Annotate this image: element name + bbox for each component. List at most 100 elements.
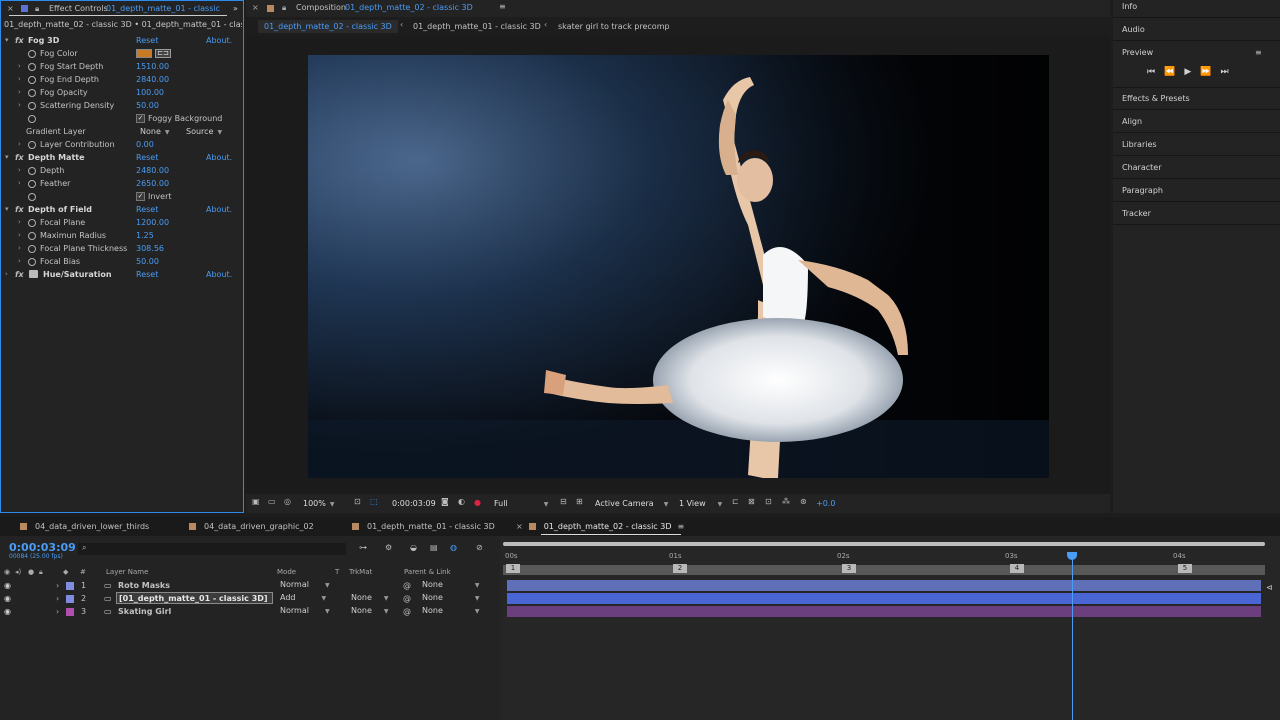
comp-marker[interactable]: 3: [842, 564, 856, 573]
layer-row[interactable]: ◉ › 1 ▭ Roto Masks Normal ▼ @ None ▼: [0, 579, 500, 592]
pixel-aspect-icon[interactable]: ⊏: [732, 497, 739, 506]
fx-icon[interactable]: fx: [15, 151, 24, 164]
param-value[interactable]: 50.00: [136, 99, 159, 112]
twirl-open-icon[interactable]: ▾: [5, 151, 9, 164]
parent-select[interactable]: None ▼: [422, 579, 480, 591]
panel-audio[interactable]: Audio: [1122, 21, 1145, 39]
param-value[interactable]: 50.00: [136, 255, 159, 268]
twirl-icon[interactable]: ›: [18, 229, 21, 242]
comp-nav-tab[interactable]: 01_depth_matte_01 - classic 3D: [413, 22, 541, 31]
camera-snapshot-icon[interactable]: ◙: [441, 497, 449, 506]
last-frame-icon[interactable]: ⏭: [1220, 67, 1237, 77]
trkmat-select[interactable]: None ▼: [351, 592, 389, 604]
twirl-icon[interactable]: ›: [18, 242, 21, 255]
param-value[interactable]: 2650.00: [136, 177, 169, 190]
stopwatch-icon[interactable]: [28, 115, 36, 123]
parent-select[interactable]: None ▼: [422, 605, 480, 617]
stopwatch-icon[interactable]: [28, 63, 36, 71]
always-preview-icon[interactable]: ▣: [252, 497, 260, 506]
twirl-icon[interactable]: ›: [18, 177, 21, 190]
pickwhip-icon[interactable]: @: [403, 592, 411, 605]
layer-label-color[interactable]: [66, 608, 74, 616]
visibility-icon[interactable]: ◉: [4, 579, 11, 592]
twirl-icon[interactable]: ›: [56, 605, 59, 618]
effect-fog-3d[interactable]: ▾ fx Fog 3D Reset About.: [1, 34, 243, 47]
layer-label-color[interactable]: [66, 582, 74, 590]
about-button[interactable]: About.: [206, 268, 232, 281]
mode-select[interactable]: Normal ▼: [280, 605, 330, 617]
param-value[interactable]: 0.00: [136, 138, 154, 151]
twirl-icon[interactable]: ›: [5, 268, 8, 281]
panel-character[interactable]: Character: [1122, 159, 1162, 177]
comp-marker[interactable]: 5: [1178, 564, 1192, 573]
param-value[interactable]: 2480.00: [136, 164, 169, 177]
zoom-select[interactable]: 100% ▼: [303, 499, 335, 508]
monitor-icon[interactable]: ▭: [268, 497, 276, 506]
layer-name[interactable]: [01_depth_matte_01 - classic 3D]: [116, 592, 273, 604]
panel-info[interactable]: Info: [1122, 0, 1137, 16]
stopwatch-icon[interactable]: [28, 141, 36, 149]
views-select[interactable]: 1 View ▼: [679, 499, 722, 508]
panel-effects-presets[interactable]: Effects & Presets: [1122, 90, 1190, 108]
layer-bar-roto-masks[interactable]: [507, 580, 1261, 591]
stopwatch-icon[interactable]: [28, 89, 36, 97]
eyedropper-icon[interactable]: ⊏⊐: [155, 49, 171, 58]
layer-label-color[interactable]: [66, 595, 74, 603]
comp-marker[interactable]: 1: [506, 564, 520, 573]
twirl-icon[interactable]: ›: [18, 86, 21, 99]
visibility-icon[interactable]: ◉: [4, 605, 11, 618]
twirl-icon[interactable]: ›: [18, 164, 21, 177]
work-area-bar[interactable]: [503, 542, 1265, 546]
param-value[interactable]: 308.56: [136, 242, 164, 255]
fx-icon[interactable]: fx: [15, 34, 24, 47]
lock-icon[interactable]: 🔒︎: [282, 3, 286, 13]
layer-name[interactable]: Roto Masks: [118, 579, 170, 592]
twirl-open-icon[interactable]: ▾: [5, 203, 9, 216]
play-icon[interactable]: ▶: [1184, 67, 1200, 77]
twirl-icon[interactable]: ›: [18, 138, 21, 151]
comp-marker[interactable]: 4: [1010, 564, 1024, 573]
first-frame-icon[interactable]: ⏮: [1147, 67, 1164, 77]
show-snapshot-icon[interactable]: ◐: [458, 497, 465, 506]
stopwatch-icon[interactable]: [28, 193, 36, 201]
invert-checkbox[interactable]: ✓: [136, 192, 145, 201]
menu-icon[interactable]: ≡: [499, 2, 506, 11]
effect-depth-matte[interactable]: ▾ fx Depth Matte Reset About.: [1, 151, 243, 164]
stopwatch-icon[interactable]: [28, 180, 36, 188]
timeline-tab[interactable]: 04_data_driven_lower_thirds: [20, 517, 149, 536]
comp-mini-flowchart-icon[interactable]: ⊶: [359, 543, 367, 552]
close-icon[interactable]: ×: [516, 522, 523, 531]
panel-preview[interactable]: Preview: [1122, 44, 1153, 62]
fx-icon[interactable]: fx: [15, 268, 24, 281]
param-value[interactable]: 1200.00: [136, 216, 169, 229]
layer-bar-depth-matte[interactable]: [507, 593, 1261, 604]
stopwatch-icon[interactable]: [28, 76, 36, 84]
prev-frame-icon[interactable]: ⏪: [1164, 67, 1184, 77]
exposure-value[interactable]: +0.0: [816, 499, 835, 508]
motion-blur-icon[interactable]: ◍: [450, 543, 457, 552]
shy-layers-icon[interactable]: ◒: [410, 543, 417, 552]
composition-viewer[interactable]: [246, 36, 1110, 494]
mode-select[interactable]: Add ▼: [280, 592, 326, 604]
param-value[interactable]: 1.25: [136, 229, 154, 242]
param-value[interactable]: 1510.00: [136, 60, 169, 73]
toggle-grid-icon[interactable]: ⊞: [576, 497, 583, 506]
about-button[interactable]: About.: [206, 34, 232, 47]
stopwatch-icon[interactable]: [28, 50, 36, 58]
mask-icon[interactable]: ◎: [284, 497, 291, 506]
fog-color-swatch[interactable]: [136, 49, 152, 58]
twirl-icon[interactable]: ›: [18, 73, 21, 86]
pickwhip-icon[interactable]: @: [403, 579, 411, 592]
visibility-icon[interactable]: ◉: [4, 592, 11, 605]
current-time-display[interactable]: 0:00:03:09: [392, 499, 436, 508]
reset-button[interactable]: Reset: [136, 151, 158, 164]
resolution-select[interactable]: Full ▼: [494, 499, 548, 508]
frame-blending-icon[interactable]: ▤: [430, 543, 438, 552]
panel-libraries[interactable]: Libraries: [1122, 136, 1157, 154]
region-icon[interactable]: ⊡: [354, 497, 361, 506]
camera-select[interactable]: Active Camera ▼: [595, 499, 668, 508]
twirl-icon[interactable]: ›: [18, 99, 21, 112]
layer-row[interactable]: ◉ › 3 ▭ Skating Girl Normal ▼ None ▼ @ Non…: [0, 605, 500, 618]
twirl-icon[interactable]: ›: [18, 216, 21, 229]
reset-exposure-icon[interactable]: ⊛: [800, 497, 807, 506]
